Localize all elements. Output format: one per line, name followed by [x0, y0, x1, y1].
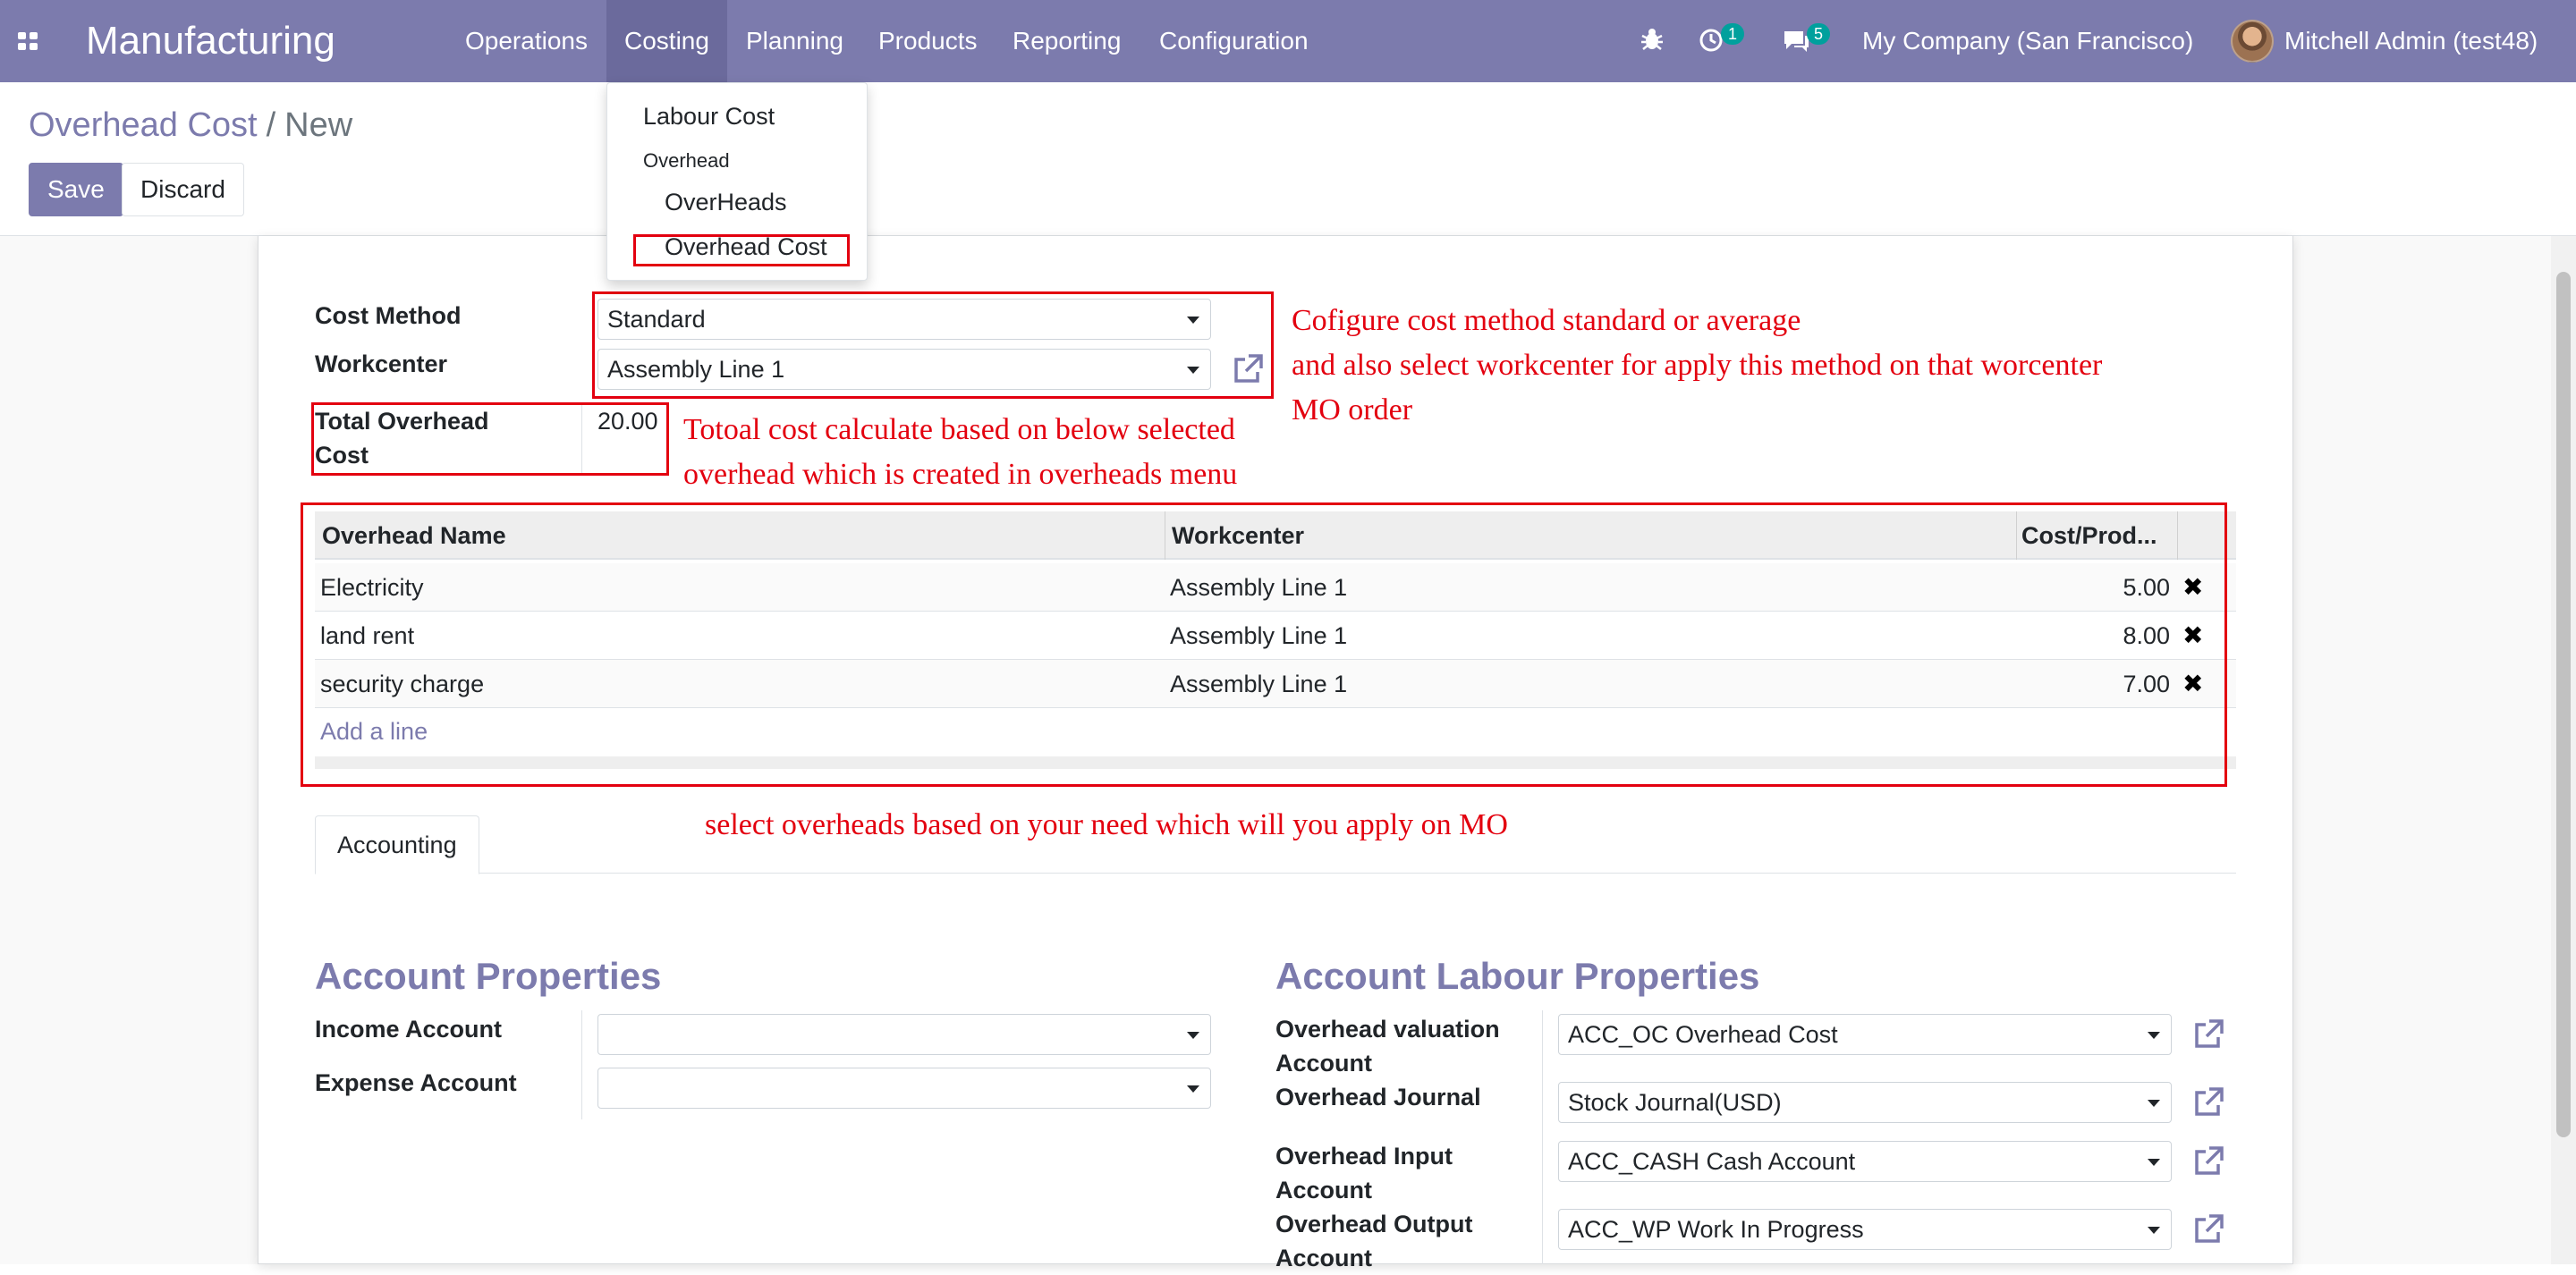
cost-method-highlight [592, 291, 1274, 399]
annotation-total-2: overhead which is created in overheads m… [683, 458, 1238, 491]
field-separator [1542, 1010, 1543, 1264]
menu-operations[interactable]: Operations [447, 0, 606, 82]
overhead-input-select[interactable]: ACC_CASH Cash Account [1558, 1141, 2172, 1182]
annotation-cost-method-3: MO order [1292, 393, 1413, 426]
external-link-icon[interactable] [2191, 1017, 2225, 1051]
annotation-overheads: select overheads based on your need whic… [705, 808, 1508, 841]
menu-products[interactable]: Products [860, 0, 996, 82]
external-link-icon[interactable] [2191, 1212, 2225, 1246]
menu-configuration[interactable]: Configuration [1141, 0, 1326, 82]
workcenter-label: Workcenter [315, 350, 448, 377]
menu-planning[interactable]: Planning [728, 0, 861, 82]
discard-button[interactable]: Discard [122, 163, 244, 216]
menu-reporting[interactable]: Reporting [995, 0, 1139, 82]
overhead-output-select[interactable]: ACC_WP Work In Progress [1558, 1209, 2172, 1250]
messages-count-badge: 5 [1807, 23, 1830, 45]
chevron-down-icon [2148, 1100, 2160, 1107]
overhead-valuation-label-line1: Overhead valuation [1275, 1016, 1500, 1043]
overhead-output-label-line2: Account [1275, 1245, 1372, 1271]
user-menu[interactable]: Mitchell Admin (test48) [2284, 0, 2538, 82]
overhead-valuation-label-line2: Account [1275, 1050, 1372, 1077]
chevron-down-icon [2148, 1227, 2160, 1234]
overhead-output-label-line1: Overhead Output [1275, 1211, 1473, 1237]
annotation-cost-method-1: Cofigure cost method standard or average [1292, 304, 1801, 337]
menu-costing[interactable]: Costing [606, 0, 727, 82]
overhead-cost-highlight [633, 234, 850, 266]
breadcrumb: Overhead Cost / New [29, 104, 352, 147]
chevron-down-icon [1187, 1085, 1199, 1093]
chevron-down-icon [2148, 1159, 2160, 1166]
annotation-cost-method-2: and also select workcenter for apply thi… [1292, 349, 2103, 382]
overhead-valuation-select[interactable]: ACC_OC Overhead Cost [1558, 1014, 2172, 1055]
overhead-input-label-line1: Overhead Input [1275, 1143, 1453, 1169]
company-switcher[interactable]: My Company (San Francisco) [1862, 0, 2193, 82]
control-panel: Overhead Cost / New Save Discard [0, 82, 2576, 236]
activity-count-badge: 1 [1721, 23, 1744, 45]
income-account-select[interactable] [597, 1014, 1211, 1055]
menu-overhead-header: Overhead [643, 149, 730, 172]
save-button[interactable]: Save [29, 163, 123, 216]
income-account-label: Income Account [315, 1016, 503, 1043]
menu-overheads[interactable]: OverHeads [665, 189, 787, 216]
cost-method-label: Cost Method [315, 302, 462, 329]
user-avatar[interactable] [2231, 20, 2274, 63]
expense-account-label: Expense Account [315, 1069, 517, 1096]
overhead-valuation-value: ACC_OC Overhead Cost [1568, 1021, 1838, 1048]
chevron-down-icon [2148, 1032, 2160, 1039]
apps-menu-icon[interactable] [18, 32, 39, 52]
breadcrumb-parent[interactable]: Overhead Cost [29, 106, 258, 144]
tab-accounting[interactable]: Accounting [315, 815, 479, 874]
field-separator [581, 1010, 582, 1119]
breadcrumb-separator: / [266, 106, 276, 144]
total-cost-highlight [311, 402, 669, 476]
overhead-journal-label: Overhead Journal [1275, 1084, 1481, 1110]
breadcrumb-current: New [284, 106, 353, 144]
annotation-total-1: Totoal cost calculate based on below sel… [683, 413, 1235, 446]
overhead-journal-value: Stock Journal(USD) [1568, 1089, 1782, 1116]
expense-account-select[interactable] [597, 1068, 1211, 1109]
overhead-journal-select[interactable]: Stock Journal(USD) [1558, 1082, 2172, 1123]
scrollbar-thumb[interactable] [2556, 272, 2571, 1137]
menu-labour-cost[interactable]: Labour Cost [643, 103, 775, 131]
top-navbar: Manufacturing Operations Costing Plannin… [0, 0, 2576, 82]
overhead-input-value: ACC_CASH Cash Account [1568, 1148, 1856, 1175]
app-name[interactable]: Manufacturing [86, 16, 335, 66]
overhead-table-highlight [301, 502, 2227, 787]
bug-icon[interactable] [1640, 27, 1664, 58]
chevron-down-icon [1187, 1032, 1199, 1039]
notebook-tab-line [315, 873, 2236, 874]
external-link-icon[interactable] [2191, 1144, 2225, 1178]
external-link-icon[interactable] [2191, 1085, 2225, 1119]
account-properties-title: Account Properties [315, 955, 662, 997]
account-labour-properties-title: Account Labour Properties [1275, 955, 1760, 997]
overhead-input-label-line2: Account [1275, 1177, 1372, 1203]
overhead-output-value: ACC_WP Work In Progress [1568, 1216, 1864, 1243]
